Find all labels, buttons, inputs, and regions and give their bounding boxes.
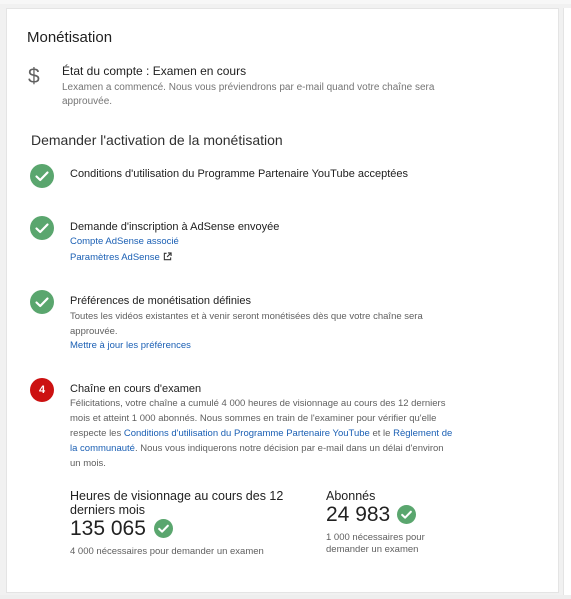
ypp-terms-link[interactable]: Conditions d'utilisation du Programme Pa… [124,428,370,439]
step-preferences-title: Préférences de monétisation définies [70,295,251,307]
check-icon [30,216,54,240]
watch-hours-label: Heures de visionnage au cours des 12 der… [70,489,284,517]
check-icon [397,505,416,524]
subscribers-label: Abonnés [326,489,376,503]
watch-hours-requirement: 4 000 nécessaires pour demander un exame… [70,546,264,557]
subscribers-requirement: 1 000 nécessaires pour demander un exame… [326,532,425,555]
adsense-account-link[interactable]: Compte AdSense associé [70,236,179,247]
monetization-card: Monétisation $ État du compte : Examen e… [6,8,559,593]
adsense-settings-label: Paramètres AdSense [70,252,160,263]
check-icon [154,519,173,538]
review-text-part2: et le [369,428,394,439]
section-title: Demander l'activation de la monétisation [31,132,283,148]
account-status: État du compte : Examen en cours [62,64,247,78]
check-icon [30,290,54,314]
check-icon [30,164,54,188]
update-preferences-link[interactable]: Mettre à jour les préférences [70,340,191,351]
adsense-settings-link[interactable]: Paramètres AdSense [70,252,172,264]
account-status-description: Lexamen a commencé. Nous vous préviendro… [62,82,435,107]
dollar-icon: $ [28,65,40,88]
top-divider [0,0,571,4]
step-ypp-terms-title: Conditions d'utilisation du Programme Pa… [70,168,409,180]
adjacent-panel [563,8,571,599]
step-preferences-text: Toutes les vidéos existantes et à venir … [70,311,423,337]
step-number-badge: 4 [30,378,54,402]
step-review-text: Félicitations, votre chaîne a cumulé 4 0… [70,396,455,471]
card-title: Monétisation [27,29,113,46]
bottom-divider [0,595,571,599]
watch-hours-value: 135 065 [70,517,146,540]
step-review-title: Chaîne en cours d'examen [70,383,202,395]
subscribers-value: 24 983 [326,503,391,526]
step-adsense-title: Demande d'inscription à AdSense envoyée [70,221,280,233]
external-link-icon [163,252,172,264]
